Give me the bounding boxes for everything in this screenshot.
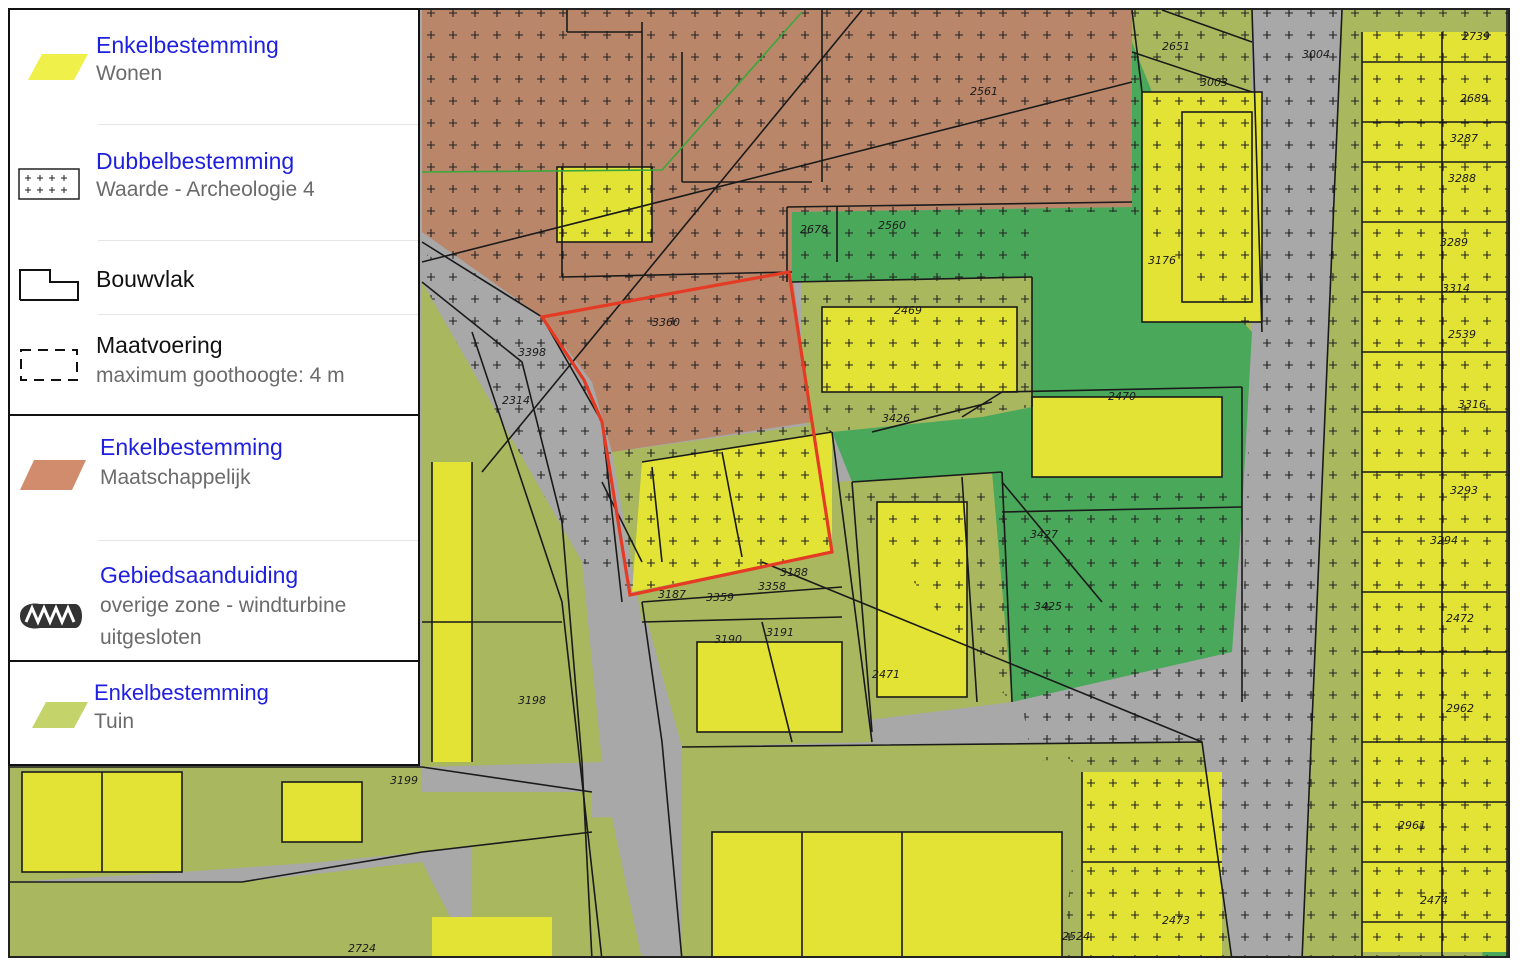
parcel-number: 2524: [1062, 930, 1090, 943]
legend-title: Enkelbestemming: [100, 434, 283, 460]
parcel-number: 3427: [1030, 528, 1058, 541]
legend-subtitle: maximum goothoogte: 4 m: [96, 364, 345, 387]
legend-item-bouwvlak: Bouwvlak: [10, 250, 418, 316]
legend-title: Enkelbestemming: [96, 32, 279, 58]
parcel-number: 2474: [1420, 894, 1448, 907]
legend-subtitle: Maatschappelijk: [100, 466, 251, 489]
parcel-number: 3191: [766, 626, 794, 639]
map-legend: Enkelbestemming Wonen Dubbelbestemming W…: [8, 8, 420, 766]
legend-divider: [98, 314, 418, 315]
parcel-number: 3187: [658, 588, 686, 601]
legend-item-maatschappelijk: Enkelbestemming Maatschappelijk: [10, 430, 418, 530]
cross-hatch-icon: [18, 168, 80, 200]
yellow-parallelogram-icon: [28, 54, 88, 80]
legend-item-windturbine: Gebiedsaanduiding overige zone - windtur…: [10, 558, 418, 658]
parcel-number: 3360: [652, 316, 680, 329]
parcel-number: 3289: [1440, 236, 1468, 249]
legend-title: Enkelbestemming: [94, 680, 269, 705]
parcel-number: 2678: [800, 223, 828, 236]
parcel-number: 2560: [878, 219, 906, 232]
parcel-number: 2651: [1162, 40, 1190, 53]
parcel-number: 3425: [1034, 600, 1062, 613]
parcel-number: 3176: [1148, 254, 1176, 267]
legend-group-secondary: Enkelbestemming Maatschappelijk Gebiedsa…: [10, 416, 418, 662]
legend-divider: [98, 540, 418, 541]
legend-group-primary: Enkelbestemming Wonen Dubbelbestemming W…: [10, 10, 418, 416]
parcel-number: 3198: [518, 694, 546, 707]
parcel-number: 3190: [714, 633, 742, 646]
parcel-number: 2472: [1446, 612, 1474, 625]
parcel-number: 3004: [1302, 48, 1330, 61]
dashed-box-icon: [20, 349, 78, 381]
parcel-number: 2471: [872, 668, 900, 681]
parcel-number: 3358: [758, 580, 786, 593]
parcel-number: 2689: [1460, 92, 1488, 105]
parcel-number: 3199: [390, 774, 418, 787]
legend-item-tuin: Enkelbestemming Tuin: [10, 676, 418, 756]
legend-title: Maatvoering: [96, 332, 223, 358]
green-parallelogram-icon: [32, 702, 88, 728]
parcel-number: 2539: [1448, 328, 1476, 341]
bouwvlak-outline-icon: [19, 269, 79, 301]
legend-subtitle: uitgesloten: [100, 626, 202, 649]
zigzag-zone-icon: [20, 603, 82, 629]
parcel-number: 2961: [1398, 819, 1426, 832]
legend-group-tertiary: Enkelbestemming Tuin: [10, 662, 418, 766]
legend-item-wonen: Enkelbestemming Wonen: [10, 28, 418, 118]
legend-divider: [98, 124, 418, 125]
legend-subtitle: Tuin: [94, 710, 135, 733]
legend-title: Gebiedsaanduiding: [100, 562, 299, 588]
parcel-number: 2473: [1162, 914, 1190, 927]
parcel-number: 3316: [1458, 398, 1486, 411]
parcel-number: 2470: [1108, 390, 1136, 403]
parcel-number: 3294: [1430, 534, 1458, 547]
parcel-number: 3398: [518, 346, 546, 359]
parcel-number: 3288: [1448, 172, 1476, 185]
parcel-number: 3293: [1450, 484, 1478, 497]
parcel-number: 3003: [1200, 76, 1228, 89]
parcel-number: 3287: [1450, 132, 1478, 145]
parcel-number: 2739: [1462, 30, 1490, 43]
legend-subtitle: Waarde - Archeologie 4: [96, 178, 315, 201]
parcel-number: 3188: [780, 566, 808, 579]
parcel-number: 2314: [502, 394, 530, 407]
parcel-number: 2561: [970, 85, 998, 98]
legend-title: Dubbelbestemming: [96, 148, 295, 174]
legend-title: Bouwvlak: [96, 266, 195, 292]
parcel-number: 2724: [348, 942, 376, 955]
parcel-number: 2962: [1446, 702, 1474, 715]
legend-divider: [98, 240, 418, 241]
parcel-number: 3426: [882, 412, 910, 425]
brown-parallelogram-icon: [20, 460, 86, 490]
legend-item-maatvoering: Maatvoering maximum goothoogte: 4 m: [10, 328, 418, 408]
legend-subtitle: Wonen: [96, 62, 163, 85]
parcel-number: 3314: [1442, 282, 1470, 295]
parcel-number: 2469: [894, 304, 922, 317]
legend-subtitle: overige zone - windturbine: [100, 594, 347, 617]
legend-item-archeologie: Dubbelbestemming Waarde - Archeologie 4: [10, 144, 418, 234]
parcel-number: 3359: [706, 591, 734, 604]
